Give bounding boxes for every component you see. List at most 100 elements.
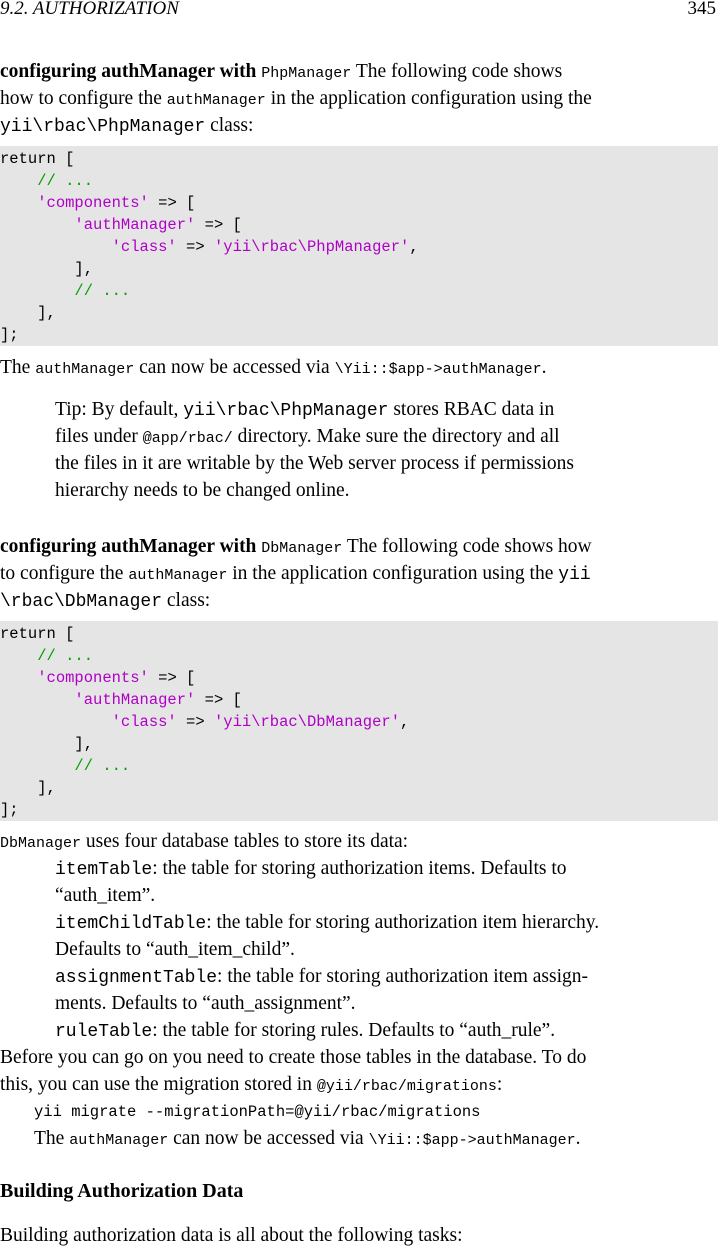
document-page: 9.2. AUTHORIZATION 345 configuring authM… — [0, 0, 718, 1248]
text: : — [496, 1074, 503, 1095]
code-line: 'class' => 'yii\rbac\DbManager', — [0, 711, 718, 733]
php-accessed-line: The authManager can now be accessed via … — [0, 354, 718, 381]
code-token: => — [176, 713, 214, 731]
code-string: 'yii\rbac\PhpManager' — [213, 238, 410, 256]
code-token: => [ — [195, 216, 242, 234]
tip-text: hierarchy needs to be changed online. — [55, 480, 350, 501]
text: The — [0, 357, 31, 378]
section-title: 9.2. AUTHORIZATION — [0, 0, 179, 19]
code-token: , — [409, 238, 419, 256]
code-string: 'class' — [111, 238, 177, 256]
text: The — [34, 1128, 65, 1149]
php-intro-text: The following code shows — [355, 61, 563, 82]
tip-code: @app/rbac/ — [142, 430, 233, 447]
tip-text: files under — [55, 426, 138, 447]
code-inline: @yii/rbac/migrations — [316, 1078, 497, 1095]
php-intro-paragraph: configuring authManager with PhpManager … — [0, 58, 718, 139]
list-item: assignmentTable: the table for storing a… — [0, 963, 718, 990]
table-name: ruleTable — [55, 1022, 153, 1042]
running-header: 9.2. AUTHORIZATION 345 — [0, 0, 718, 24]
code-line: ], — [0, 304, 56, 322]
php-heading-class: PhpManager — [261, 65, 352, 82]
list-item: ruleTable: the table for storing rules. … — [0, 1017, 718, 1044]
tip-note: Tip: By default, yii\rbac\PhpManager sto… — [55, 396, 665, 504]
db-accessed-line: The authManager can now be accessed via … — [34, 1125, 718, 1152]
building-intro: Building authorization data is all about… — [0, 1222, 718, 1249]
code-inline: authManager — [128, 567, 228, 584]
code-line: return [ — [0, 150, 75, 168]
tip-text: the files in it are writable by the Web … — [55, 453, 575, 474]
code-line: ], — [0, 779, 56, 797]
db-tables-list: DbManager uses four database tables to s… — [0, 828, 718, 1098]
table-default: ments. Defaults to “auth_assignment”. — [55, 993, 356, 1014]
table-default: “auth_item”. — [55, 885, 156, 906]
text: Before you can go on you need to create … — [0, 1047, 587, 1068]
code-line: ], — [0, 260, 94, 278]
php-line2-text: how to configure the — [0, 88, 162, 109]
text: uses four database tables to store its d… — [85, 831, 409, 852]
list-item: itemChildTable: the table for storing au… — [0, 909, 718, 936]
db-code-block: return [ // ... 'components' => [ 'authM… — [0, 621, 718, 821]
php-line2-code: authManager — [166, 92, 266, 109]
code-inline: DbManager — [0, 835, 82, 852]
code-line: 'class' => 'yii\rbac\PhpManager', — [0, 236, 718, 258]
php-line3-text: class: — [210, 115, 254, 136]
db-heading-class: DbManager — [261, 540, 343, 557]
code-token: => [ — [148, 669, 196, 687]
code-token: => [ — [195, 691, 242, 709]
table-name: itemChildTable — [55, 914, 207, 934]
code-string: 'yii\rbac\DbManager' — [213, 713, 400, 731]
text: . — [541, 357, 547, 378]
text: . — [575, 1128, 581, 1149]
table-desc: : the table for storing authorization it… — [206, 912, 600, 933]
php-class-name: yii\rbac\PhpManager — [0, 117, 206, 137]
code-line: 'authManager' => [ — [0, 214, 718, 236]
code-inline: yii — [558, 565, 591, 585]
table-desc: : the table for storing authorization it… — [217, 966, 588, 987]
table-desc: : the table for storing rules. Defaults … — [152, 1020, 556, 1041]
code-comment: // ... — [0, 282, 131, 300]
code-line: ]; — [0, 801, 19, 819]
text: this, you can use the migration stored i… — [0, 1074, 312, 1095]
code-comment: // ... — [0, 647, 94, 665]
code-token: , — [400, 713, 410, 731]
section-heading: Building Authorization Data — [0, 1180, 244, 1202]
code-token: => [ — [148, 194, 196, 212]
text: can now be accessed via — [173, 1128, 364, 1149]
code-line: 'components' => [ — [0, 192, 718, 214]
db-class-name: \rbac\DbManager — [0, 592, 163, 612]
migrate-command: yii migrate --migrationPath=@yii/rbac/mi… — [34, 1103, 481, 1121]
code-string: 'class' — [111, 713, 177, 731]
code-token: => — [176, 238, 214, 256]
code-line: 'authManager' => [ — [0, 689, 718, 711]
text: in the application configuration using t… — [232, 563, 554, 584]
code-line: ], — [0, 735, 94, 753]
text: Building authorization data is all about… — [0, 1225, 463, 1246]
code-inline: authManager — [69, 1132, 169, 1149]
code-string: 'components' — [37, 194, 149, 212]
code-line: ]; — [0, 326, 19, 344]
code-inline: \Yii::$app->authManager — [368, 1132, 576, 1149]
code-line: 'components' => [ — [0, 667, 718, 689]
code-string: 'authManager' — [74, 216, 196, 234]
table-default: Defaults to “auth_item_child”. — [55, 939, 295, 960]
table-name: itemTable — [55, 860, 153, 880]
code-inline: \Yii::$app->authManager — [334, 361, 542, 378]
text: class: — [166, 590, 211, 611]
php-heading: configuring authManager with — [0, 61, 257, 82]
tip-text: stores RBAC data in — [393, 399, 555, 420]
table-name: assignmentTable — [55, 968, 218, 988]
code-line: return [ — [0, 625, 75, 643]
tip-text: directory. Make sure the directory and a… — [237, 426, 560, 447]
tip-text: Tip: By default, — [55, 399, 179, 420]
list-item: itemTable: the table for storing authori… — [0, 855, 718, 882]
db-intro-text: The following code shows how — [346, 536, 592, 557]
code-inline: authManager — [35, 361, 135, 378]
code-comment: // ... — [0, 757, 131, 775]
